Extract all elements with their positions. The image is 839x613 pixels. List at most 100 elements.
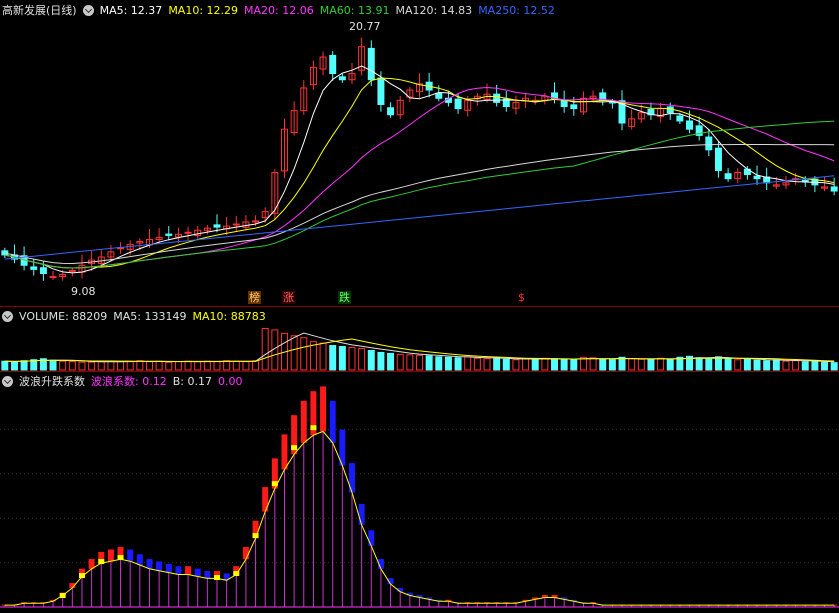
- oscillator-block: [107, 549, 114, 562]
- volume-bar: [107, 360, 115, 371]
- volume-bar: [724, 358, 732, 371]
- candle-body: [714, 147, 722, 171]
- volume-bar: [406, 354, 414, 371]
- volume-bar: [637, 358, 645, 371]
- volume-bar: [454, 357, 462, 371]
- candle-body: [830, 186, 838, 192]
- volume-bar: [223, 360, 231, 371]
- candle-body: [666, 106, 674, 114]
- collapse-volume-button[interactable]: [2, 310, 13, 322]
- volume-bar: [801, 361, 809, 371]
- volume-bar: [522, 358, 530, 371]
- volume-bar: [464, 356, 472, 371]
- volume-bar: [184, 360, 192, 371]
- volume-ma5-label: MA5: 133149: [113, 309, 187, 323]
- oscillator-block: [329, 400, 336, 443]
- wave-coefficient-label: 波浪系数: 0.12: [91, 375, 167, 388]
- volume-ma5-line: [4, 332, 835, 363]
- volume-bar: [493, 357, 501, 371]
- oscillator-chart: [0, 386, 839, 608]
- event-tag-bang[interactable]: 榜: [248, 291, 261, 304]
- candle-body: [49, 276, 57, 279]
- oscillator-block: [320, 386, 327, 432]
- volume-bar: [425, 355, 433, 371]
- candle-body: [184, 231, 192, 234]
- event-tag-die[interactable]: 跌: [338, 291, 351, 304]
- oscillator-block: [368, 530, 375, 546]
- oscillator-block: [185, 566, 192, 575]
- candle-body: [753, 175, 761, 180]
- oscillator-signal-line: [4, 430, 835, 606]
- volume-bar: [753, 359, 761, 371]
- volume-bar: [338, 346, 346, 371]
- collapse-oscillator-button[interactable]: [2, 375, 13, 387]
- volume-bar: [541, 357, 549, 371]
- volume-bar: [10, 361, 18, 371]
- volume-bar: [377, 351, 385, 371]
- volume-bar: [300, 337, 308, 371]
- event-tag-dollar[interactable]: $: [517, 291, 526, 304]
- volume-bar: [136, 360, 144, 371]
- ma20-line: [4, 86, 835, 269]
- candle-body: [165, 233, 173, 236]
- price-pane[interactable]: 高新发展(日线) MA5: 12.37 MA10: 12.29 MA20: 12…: [0, 0, 839, 306]
- volume-bar: [242, 361, 250, 371]
- price-title: 高新发展(日线): [2, 4, 77, 17]
- volume-bar: [435, 356, 443, 371]
- candle-body: [705, 136, 713, 151]
- oscillator-block: [136, 554, 143, 565]
- candle-body: [329, 54, 337, 75]
- volume-bar: [329, 345, 337, 371]
- volume-bar: [821, 361, 829, 371]
- high-price-label: 20.77: [349, 20, 381, 33]
- volume-bar: [396, 353, 404, 371]
- volume-pane[interactable]: VOLUME: 88209 MA5: 133149 MA10: 88783: [0, 306, 839, 371]
- oscillator-pane[interactable]: 波浪升跌系数 波浪系数: 0.12 B: 0.17 0.00: [0, 371, 839, 613]
- ma20-label: MA20: 12.06: [244, 3, 314, 17]
- candle-body: [1, 250, 9, 256]
- volume-bar: [666, 358, 674, 371]
- candle-body: [435, 92, 443, 99]
- volume-bar: [155, 360, 163, 371]
- volume-bar: [348, 347, 356, 371]
- volume-legend: VOLUME: 88209 MA5: 133149 MA10: 88783: [2, 308, 266, 324]
- volume-bar: [551, 358, 559, 371]
- volume-bar: [512, 359, 520, 371]
- volume-bar: [570, 359, 578, 371]
- volume-bar: [49, 359, 57, 371]
- volume-label: VOLUME: 88209: [19, 309, 108, 323]
- volume-bar: [444, 356, 452, 371]
- volume-bar: [589, 357, 597, 371]
- volume-bar: [174, 361, 182, 371]
- oscillator-block: [146, 559, 153, 569]
- price-chart: [1, 37, 838, 281]
- volume-bar: [531, 358, 539, 371]
- ma10-label: MA10: 12.29: [168, 3, 239, 17]
- candle-body: [560, 99, 568, 108]
- volume-bar: [97, 361, 105, 371]
- volume-bar: [502, 358, 510, 371]
- volume-bar: [599, 358, 607, 371]
- volume-bar: [782, 360, 790, 371]
- oscillator-block: [349, 463, 355, 493]
- oscillator-block: [175, 566, 182, 575]
- low-price-label: 9.08: [71, 285, 96, 298]
- ma250-label: MA250: 12.52: [478, 3, 555, 17]
- volume-bar: [608, 359, 616, 371]
- volume-bar: [203, 360, 211, 371]
- oscillator-block: [194, 568, 201, 577]
- volume-bar: [763, 360, 771, 371]
- price-legend: 高新发展(日线) MA5: 12.37 MA10: 12.29 MA20: 12…: [2, 2, 555, 18]
- ma10-line: [4, 77, 835, 269]
- oscillator-marker: [291, 445, 298, 451]
- oscillator-block: [165, 563, 172, 573]
- volume-bar: [772, 359, 780, 371]
- volume-bar: [695, 357, 703, 371]
- volume-ma10-label: MA10: 88783: [192, 309, 266, 323]
- volume-bar: [705, 357, 713, 371]
- b-value-label: B: 0.17: [172, 374, 212, 388]
- volume-bar: [473, 357, 481, 371]
- collapse-price-button[interactable]: [82, 4, 94, 16]
- volume-bar: [126, 360, 134, 371]
- event-tag-zhang[interactable]: 涨: [282, 291, 295, 304]
